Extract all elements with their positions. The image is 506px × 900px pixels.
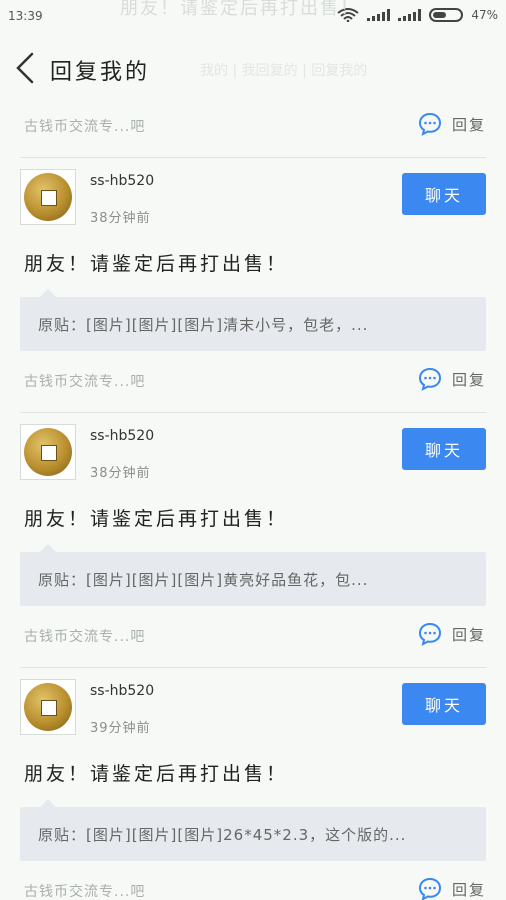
status-time: 13:39 [8,9,43,23]
reply-text[interactable]: 朋友！请鉴定后再打出售！ [24,504,288,531]
original-post-quote[interactable]: 原贴：[图片][图片][图片]黄亮好品鱼花，包... [20,544,486,606]
forum-name[interactable]: 古钱币交流专...吧 [24,371,145,391]
reply-label: 回复 [451,880,486,899]
divider [20,412,486,413]
forum-name[interactable]: 古钱币交流专...吧 [24,881,145,900]
ghost-tab-text: 我的 | 我回复的 | 回复我的 [200,63,368,79]
timestamp: 39分钟前 [90,721,151,736]
avatar[interactable] [20,679,76,735]
chevron-left-icon[interactable] [14,52,36,84]
meta-row: 古钱币交流专...吧 回复 [24,112,486,140]
comment-icon [418,622,441,646]
coin-avatar-image [24,683,72,731]
reply-action[interactable]: 回复 [418,877,486,900]
meta-row: 古钱币交流专...吧 回复 [24,877,486,900]
original-post-quote[interactable]: 原贴：[图片][图片][图片]26*45*2.3，这个版的... [20,799,486,861]
status-icons: 47% [337,8,498,22]
chat-button[interactable]: 聊天 [402,683,486,725]
forum-name[interactable]: 古钱币交流专...吧 [24,116,145,136]
chat-button[interactable]: 聊天 [402,173,486,215]
reply-card: ss-hb520 38分钟前 聊天 朋友！请鉴定后再打出售！ 原贴：[图片][图… [20,412,486,667]
quote-text: 原贴：[图片][图片][图片]26*45*2.3，这个版的... [38,826,407,844]
reply-label: 回复 [451,625,486,644]
battery-icon [429,8,464,22]
coin-avatar-image [24,173,72,221]
meta-row: 古钱币交流专...吧 回复 [24,367,486,395]
original-post-quote[interactable]: 原贴：[图片][图片][图片]清末小号，包老，... [20,289,486,351]
timestamp: 38分钟前 [90,466,151,481]
reply-card: ss-hb520 38分钟前 聊天 朋友！请鉴定后再打出售！ 原贴：[图片][图… [20,157,486,412]
chat-button[interactable]: 聊天 [402,428,486,470]
meta-row: 古钱币交流专...吧 回复 [24,622,486,650]
comment-icon [418,877,441,900]
avatar[interactable] [20,424,76,480]
reply-text[interactable]: 朋友！请鉴定后再打出售！ [24,249,288,276]
comment-icon [418,367,441,391]
reply-card: ss-hb520 39分钟前 聊天 朋友！请鉴定后再打出售！ 原贴：[图片][图… [20,667,486,900]
battery-percent: 47% [471,8,498,22]
divider [20,157,486,158]
reply-label: 回复 [451,115,486,134]
coin-avatar-image [24,428,72,476]
username[interactable]: ss-hb520 [90,428,154,444]
username[interactable]: ss-hb520 [90,173,154,189]
signal-icon-2 [398,9,422,21]
reply-action[interactable]: 回复 [418,622,486,646]
reply-action[interactable]: 回复 [418,112,486,136]
reply-label: 回复 [451,370,486,389]
divider [20,667,486,668]
quote-text: 原贴：[图片][图片][图片]黄亮好品鱼花，包... [38,571,369,589]
quote-text: 原贴：[图片][图片][图片]清末小号，包老，... [38,316,369,334]
timestamp: 38分钟前 [90,211,151,226]
top-meta-row: 古钱币交流专...吧 回复 [24,112,486,140]
forum-name[interactable]: 古钱币交流专...吧 [24,626,145,646]
reply-action[interactable]: 回复 [418,367,486,391]
username[interactable]: ss-hb520 [90,683,154,699]
comment-icon [418,112,441,136]
reply-text[interactable]: 朋友！请鉴定后再打出售！ [24,759,288,786]
signal-icon [367,9,391,21]
page-title: 回复我的 [50,60,151,85]
ghost-overlay-text: 朋友！请鉴定后再打出售！ [120,0,360,19]
avatar[interactable] [20,169,76,225]
